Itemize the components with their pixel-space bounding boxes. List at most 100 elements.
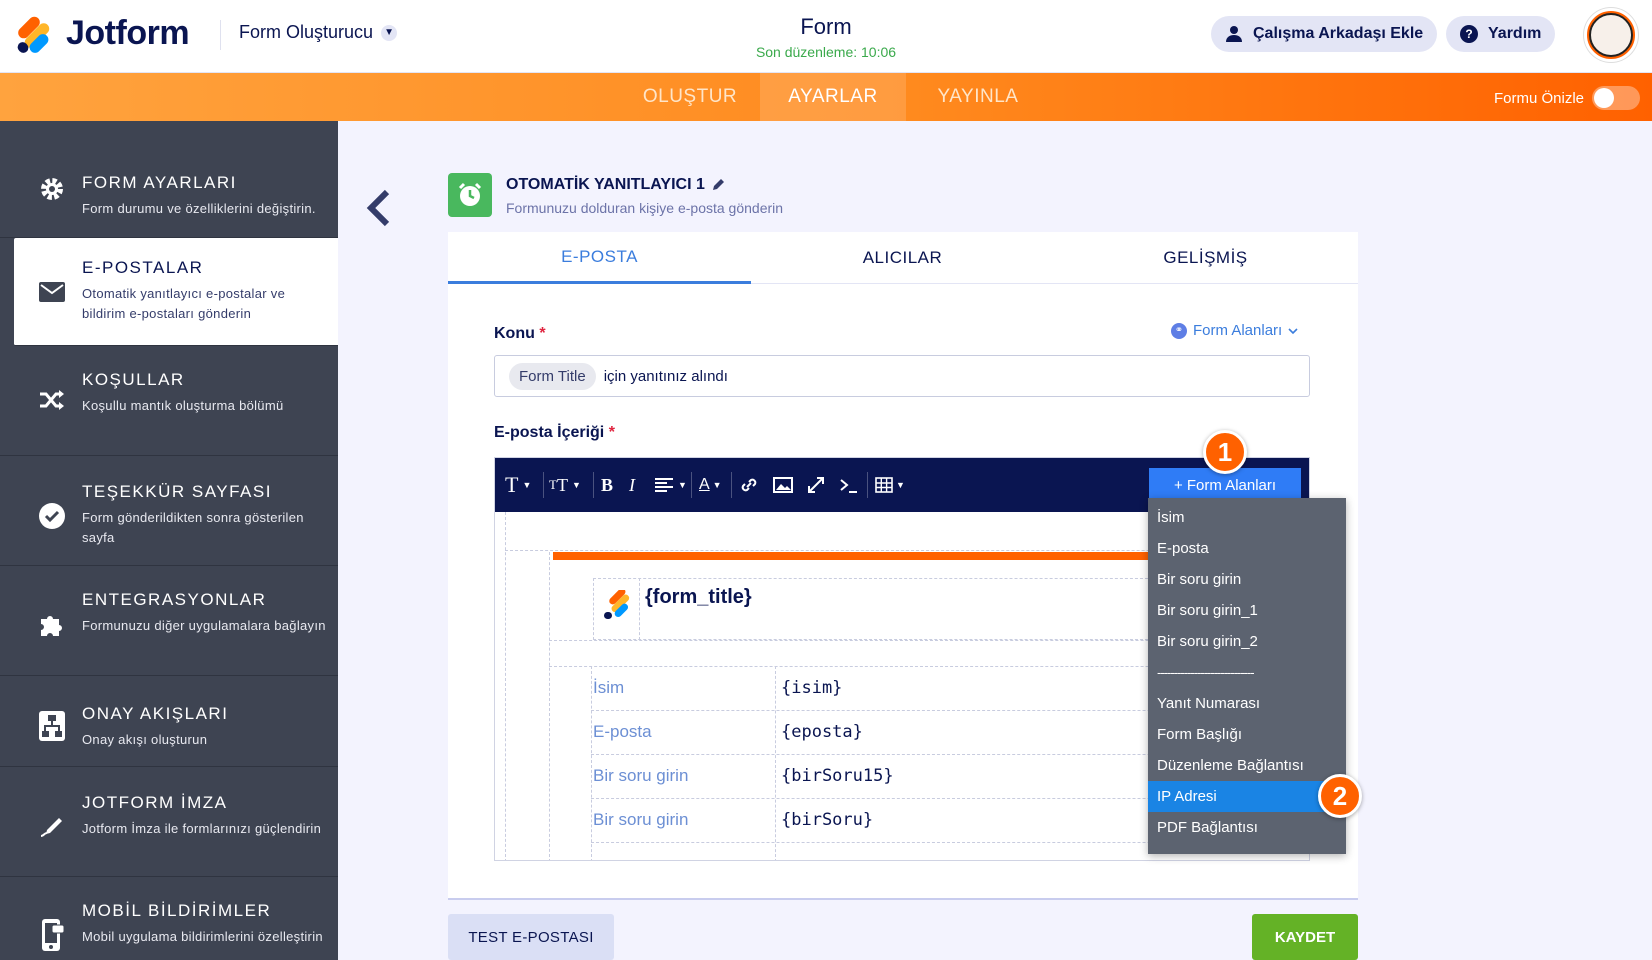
menu-item-pdf-link[interactable]: PDF Bağlantısı (1148, 812, 1346, 843)
menu-item-bir-soru-2[interactable]: Bir soru girin_2 (1148, 626, 1346, 657)
tab-email[interactable]: E-POSTA (448, 232, 751, 284)
save-button[interactable]: KAYDET (1252, 914, 1358, 960)
font-size-icon[interactable]: T T ▼ (549, 472, 581, 498)
table-row-label: İsim (593, 678, 625, 697)
settings-sidebar: FORM AYARLARI Form durumu ve özellikleri… (0, 121, 338, 960)
menu-item-form-title[interactable]: Form Başlığı (1148, 719, 1346, 750)
tab-advanced[interactable]: GELİŞMİŞ (1054, 232, 1357, 284)
tab-ayarlar[interactable]: AYARLAR (760, 73, 906, 121)
table-icon[interactable]: ▼ (875, 472, 905, 498)
envelope-icon (38, 278, 66, 306)
sidebar-item-desc: Otomatik yanıtlayıcı e-postalar ve bildi… (82, 286, 286, 321)
sidebar-item-mobile-notifications[interactable]: MOBİL BİLDİRİMLER Mobil uygulama bildiri… (0, 877, 338, 960)
table-row-label: Bir soru girin (593, 810, 689, 829)
required-mark: * (608, 424, 615, 441)
subject-form-fields-label: Form Alanları (1193, 322, 1283, 339)
text-color-icon[interactable]: A ▼ (699, 472, 722, 498)
sidebar-item-desc: Onay akışı oluşturun (82, 732, 208, 747)
chevron-left-icon (366, 189, 390, 227)
form-title-chip[interactable]: Form Title (509, 362, 596, 390)
tab-recipients[interactable]: ALICILAR (751, 232, 1054, 284)
sidebar-item-sign[interactable]: JOTFORM İMZA Jotform İmza ile formlarını… (0, 767, 338, 877)
gear-icon (38, 175, 66, 203)
sidebar-item-thank-you[interactable]: TEŞEKKÜR SAYFASI Form gönderildikten son… (0, 456, 338, 566)
alarm-clock-icon (448, 173, 492, 217)
content-label-text: E-posta İçeriği (494, 424, 605, 441)
image-icon[interactable] (773, 472, 793, 498)
sidebar-item-desc: Mobil uygulama bildirimlerini özelleştir… (82, 929, 323, 944)
header-divider (220, 20, 221, 50)
italic-icon[interactable]: I (629, 472, 635, 498)
jotform-logo[interactable]: Jotform (15, 13, 190, 55)
svg-text:?: ? (1465, 27, 1472, 41)
subject-input[interactable]: Form Title için yanıtınız alındı (494, 355, 1310, 397)
step-badge-2: 2 (1318, 774, 1362, 818)
menu-item-ip-address[interactable]: IP Adresi (1148, 781, 1346, 812)
link-icon: ⚭ (1171, 322, 1187, 339)
form-title-placeholder: {form_title} (645, 586, 752, 608)
bold-icon[interactable]: B (601, 472, 613, 498)
sidebar-item-integrations[interactable]: ENTEGRASYONLAR Formunuzu diğer uygulamal… (0, 566, 338, 676)
check-circle-icon (38, 502, 66, 530)
menu-item-eposta[interactable]: E-posta (1148, 533, 1346, 564)
layout-guide (639, 578, 640, 640)
form-builder-label: Form Oluşturucu (239, 22, 374, 42)
puzzle-icon (38, 610, 66, 638)
user-avatar[interactable] (1584, 8, 1638, 62)
align-icon[interactable]: ▼ (655, 472, 687, 498)
sidebar-item-form-settings[interactable]: FORM AYARLARI Form durumu ve özellikleri… (0, 121, 338, 238)
invite-collaborator-button[interactable]: Çalışma Arkadaşı Ekle (1211, 16, 1438, 52)
step-badge-1: 1 (1203, 430, 1247, 474)
email-header-bar (553, 552, 1153, 560)
flow-icon (38, 711, 66, 741)
menu-separator: ----------------------------- (1157, 665, 1255, 680)
source-code-icon[interactable] (839, 472, 859, 498)
sidebar-item-conditions[interactable]: KOŞULLAR Koşullu mantık oluşturma bölümü (0, 346, 338, 456)
table-row-value: {birSoru15} (781, 766, 894, 786)
footer-divider (448, 898, 1358, 900)
sidebar-item-title: FORM AYARLARI (82, 173, 237, 192)
help-button[interactable]: ? Yardım (1446, 16, 1556, 52)
help-icon: ? (1460, 25, 1478, 43)
fullscreen-icon[interactable] (807, 472, 825, 498)
sidebar-item-title: KOŞULLAR (82, 370, 185, 389)
font-family-icon[interactable]: T ▼ (505, 472, 531, 498)
avatar-image (1589, 13, 1633, 57)
sidebar-item-title: JOTFORM İMZA (82, 793, 228, 812)
invite-label: Çalışma Arkadaşı Ekle (1253, 25, 1424, 42)
top-header: Jotform Form Oluşturucu ▼ Form Son düzen… (0, 0, 1652, 73)
sidebar-item-title: MOBİL BİLDİRİMLER (82, 901, 272, 920)
menu-item-isim[interactable]: İsim (1148, 502, 1346, 533)
link-icon[interactable] (739, 472, 759, 498)
tab-yayinla[interactable]: YAYINLA (906, 73, 1050, 121)
form-builder-dropdown[interactable]: Form Oluşturucu ▼ (239, 22, 398, 43)
table-guide (775, 666, 776, 860)
table-row-value: {isim} (781, 678, 843, 698)
required-mark: * (539, 325, 546, 342)
back-button[interactable] (365, 188, 395, 228)
pencil-icon[interactable] (711, 178, 725, 192)
sidebar-item-approval-flows[interactable]: ONAY AKIŞLARI Onay akışı oluşturun (0, 676, 338, 767)
test-email-button[interactable]: TEST E-POSTASI (448, 914, 614, 960)
sidebar-item-desc: Form gönderildikten sonra gösterilen say… (82, 510, 304, 545)
menu-item-edit-link[interactable]: Düzenleme Bağlantısı (1148, 750, 1346, 781)
autoresponder-subtitle: Formunuzu dolduran kişiye e-posta gönder… (506, 200, 784, 216)
chevron-down-icon (1288, 327, 1298, 334)
preview-toggle[interactable] (1592, 86, 1641, 110)
user-icon (1226, 26, 1242, 42)
autoresponder-title[interactable]: OTOMATİK YANITLAYICI 1 (506, 176, 725, 194)
sidebar-item-desc: Form durumu ve özelliklerini değiştirin. (82, 201, 316, 216)
preview-toggle-group: Formu Önizle (1494, 86, 1641, 110)
app-root: Jotform Form Oluşturucu ▼ Form Son düzen… (0, 0, 1652, 960)
form-fields-menu: İsim E-posta Bir soru girin Bir soru gir… (1148, 498, 1346, 854)
menu-item-submission-id[interactable]: Yanıt Numarası (1148, 688, 1346, 719)
subject-form-fields-dropdown[interactable]: ⚭ Form Alanları (1171, 322, 1298, 339)
sidebar-item-emails[interactable]: E-POSTALAR Otomatik yanıtlayıcı e-postal… (14, 238, 338, 346)
sidebar-item-title: ONAY AKIŞLARI (82, 704, 229, 723)
menu-item-bir-soru-1[interactable]: Bir soru girin_1 (1148, 595, 1346, 626)
content-label: E-posta İçeriği * (494, 424, 615, 442)
tab-olustur[interactable]: OLUŞTUR (620, 73, 760, 121)
menu-item-bir-soru[interactable]: Bir soru girin (1148, 564, 1346, 595)
sidebar-item-title: TEŞEKKÜR SAYFASI (82, 482, 272, 501)
mobile-icon (38, 919, 66, 951)
